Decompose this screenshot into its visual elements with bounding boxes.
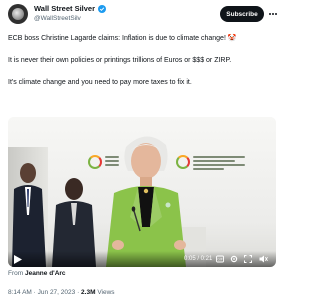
- speaker-person: [106, 136, 186, 267]
- name-row: Wall Street Silver: [34, 4, 106, 14]
- from-label: From: [8, 270, 24, 277]
- avatar[interactable]: [8, 4, 28, 24]
- volume-icon[interactable]: [259, 255, 268, 263]
- video-attribution: From Jeanne d'Arc: [8, 270, 66, 278]
- handle[interactable]: @WallStreetSilv: [34, 14, 106, 23]
- meta-separator: ·: [77, 289, 80, 296]
- views-label: Views: [97, 289, 115, 296]
- more-options-icon[interactable]: [268, 10, 278, 18]
- tweet-header: Wall Street Silver @WallStreetSilv Subsc…: [8, 4, 278, 26]
- verified-badge-icon: [98, 5, 106, 13]
- fullscreen-icon[interactable]: [244, 255, 252, 263]
- author-block: Wall Street Silver @WallStreetSilv: [34, 4, 106, 23]
- play-icon[interactable]: [14, 255, 22, 264]
- tweet-time[interactable]: 8:14 AM: [8, 289, 32, 296]
- tweet-text-line-1: ECB boss Christine Lagarde claims: Infla…: [8, 35, 237, 42]
- tweet-text-line-2: It is never their own policies or printi…: [8, 57, 232, 64]
- meta-separator: ·: [33, 289, 36, 296]
- video-time: 0:05 / 0:21: [184, 256, 213, 262]
- video-controls: 0:05 / 0:21 GIF: [8, 251, 276, 267]
- tweet-text-line-3: It's climate change and you need to pay …: [8, 79, 192, 86]
- video-player[interactable]: 0:05 / 0:21 GIF: [8, 117, 276, 267]
- display-name[interactable]: Wall Street Silver: [34, 4, 95, 14]
- settings-gear-icon[interactable]: [230, 255, 238, 263]
- tweet-date[interactable]: Jun 27, 2023: [38, 289, 76, 296]
- subscribe-button[interactable]: Subscribe: [220, 6, 264, 22]
- views-count: 2.3M: [81, 289, 96, 296]
- tweet-meta: 8:14 AM · Jun 27, 2023 · 2.3M Views: [8, 289, 115, 297]
- gif-icon[interactable]: GIF: [216, 255, 224, 263]
- attribution-author-link[interactable]: Jeanne d'Arc: [25, 270, 66, 277]
- svg-text:GIF: GIF: [217, 258, 222, 262]
